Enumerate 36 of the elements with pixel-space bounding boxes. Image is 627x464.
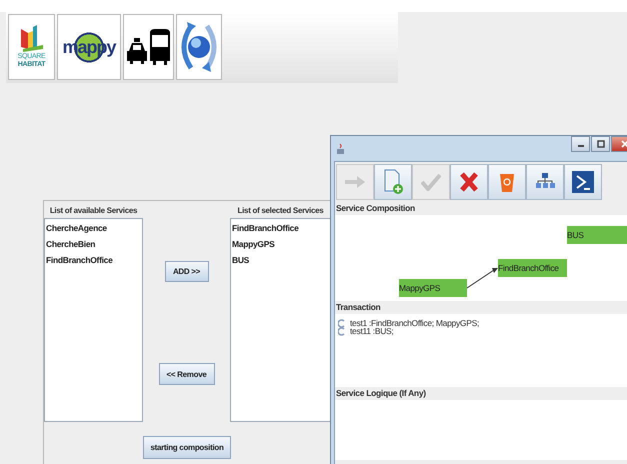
list-item[interactable]: ChercheAgence: [46, 220, 141, 236]
car-and-bus-icon: [126, 27, 172, 67]
prompt-icon: [571, 170, 595, 194]
transaction-item[interactable]: test11 :BUS;: [350, 327, 394, 335]
list-item[interactable]: MappyGPS: [232, 236, 329, 252]
maximize-icon: [596, 140, 604, 148]
list-label: List of available Services: [50, 205, 138, 216]
trash-icon: [499, 171, 515, 193]
minimize-button[interactable]: [571, 136, 590, 152]
list-item[interactable]: ChercheBien: [46, 236, 141, 252]
remove-button[interactable]: << Remove: [158, 363, 214, 385]
cup-icon: [336, 142, 346, 154]
toolbar-button[interactable]: [564, 164, 602, 200]
maximize-button[interactable]: [591, 136, 610, 152]
toolbar-button[interactable]: [450, 164, 488, 200]
list-item[interactable]: FindBranchOffice: [232, 220, 329, 236]
starting-composition-button[interactable]: starting composition: [143, 436, 231, 459]
arrow-icon: [344, 175, 366, 189]
toolbar-button[interactable]: [374, 164, 412, 200]
toolbar-button[interactable]: [526, 164, 564, 200]
globe-sync-icon: [179, 20, 219, 74]
new-document-icon: [383, 169, 403, 195]
list-item[interactable]: BUS: [232, 252, 329, 268]
list-item[interactable]: FindBranchOffice: [46, 252, 141, 268]
available-services-list[interactable]: ChercheAgence ChercheBien FindBranchOffice: [44, 218, 143, 422]
list-label: List of selected Services: [238, 205, 324, 216]
service-node[interactable]: BUS: [567, 226, 627, 244]
selected-services-list[interactable]: FindBranchOffice MappyGPS BUS: [230, 218, 331, 422]
check-icon: [421, 173, 441, 191]
service-node[interactable]: FindBranchOffice: [498, 259, 567, 277]
service-node[interactable]: MappyGPS: [399, 279, 467, 297]
add-button[interactable]: ADD >>: [164, 261, 208, 282]
transaction-item[interactable]: test1 :FindBranchOffice; MappyGPS;: [350, 319, 480, 327]
delete-icon: [459, 171, 479, 193]
close-icon: [621, 140, 627, 148]
house-logo-icon: [18, 25, 44, 53]
